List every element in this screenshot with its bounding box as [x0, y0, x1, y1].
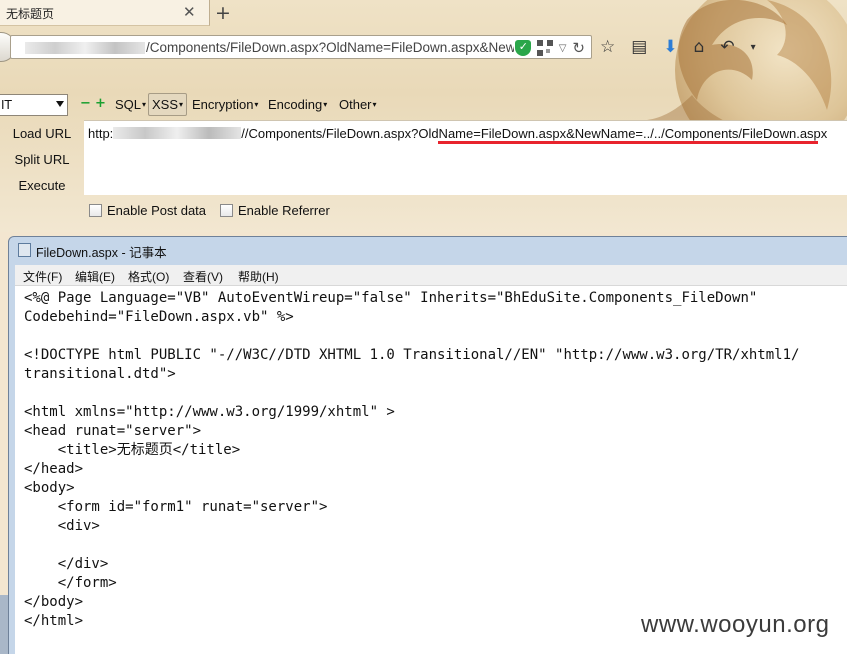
execute-button[interactable]: Execute [0, 178, 84, 193]
qrcode-icon[interactable] [536, 40, 553, 56]
address-bar-icons: ▽ ↻ [514, 39, 585, 57]
file-content: <%@ Page Language="VB" AutoEventWireup="… [24, 289, 799, 631]
url-prefix: http: [88, 126, 114, 141]
code-line: <head runat="server"> [24, 423, 202, 439]
redacted-host [113, 127, 242, 139]
toolbar-icons: ☆ ▤ ⬇ ⌂ ↶ ▾ [600, 37, 756, 57]
code-line: <div> [24, 518, 100, 534]
notepad-menubar: 文件(F) 编辑(E) 格式(O) 查看(V) 帮助(H) [15, 265, 847, 286]
menu-encryption[interactable]: Encryption▾ [192, 97, 258, 112]
enable-referrer-checkbox[interactable]: Enable Referrer [220, 203, 330, 218]
menu-chevron-icon[interactable]: ▾ [751, 42, 756, 53]
select-value: IT [1, 98, 12, 112]
menu-sql[interactable]: SQL▾ [115, 97, 146, 112]
address-bar[interactable]: /Components/FileDown.aspx?OldName=FileDo… [10, 35, 592, 59]
menu-encoding[interactable]: Encoding▾ [268, 97, 327, 112]
code-line: <form id="form1" runat="server"> [24, 499, 328, 515]
notepad-icon [18, 243, 31, 257]
code-line: <html xmlns="http://www.w3.org/1999/xhtm… [24, 404, 395, 420]
browser-tab[interactable]: 无标题页 ✕ [0, 0, 210, 26]
notepad-title: FileDown.aspx - 记事本 [36, 246, 167, 260]
menu-edit[interactable]: 编辑(E) [75, 268, 115, 285]
checkbox-label: Enable Post data [107, 203, 207, 218]
hackbar-url-textarea[interactable]: http: //Components/FileDown.aspx?OldName=… [84, 120, 847, 195]
menu-help[interactable]: 帮助(H) [238, 268, 279, 285]
select-arrow-icon [56, 101, 64, 107]
menu-format[interactable]: 格式(O) [128, 268, 169, 285]
code-line: <body> [24, 480, 75, 496]
redacted-host [25, 42, 145, 54]
code-line: transitional.dtd"> [24, 366, 176, 382]
menu-xss[interactable]: XSS▾ [148, 93, 188, 116]
bookmark-star-icon[interactable]: ☆ [600, 37, 615, 57]
code-line: <title>无标题页</title> [24, 442, 241, 458]
load-url-button[interactable]: Load URL [0, 126, 84, 141]
reading-list-icon[interactable]: ▤ [631, 37, 647, 57]
code-line: </head> [24, 461, 84, 477]
menu-other[interactable]: Other▾ [339, 97, 377, 112]
code-line: </div> [24, 556, 109, 572]
notepad-text-area[interactable]: <%@ Page Language="VB" AutoEventWireup="… [15, 286, 847, 654]
reload-icon[interactable]: ↻ [572, 39, 585, 57]
highlight-underline [438, 141, 818, 144]
close-tab-icon[interactable]: ✕ [183, 3, 196, 21]
code-line: <%@ Page Language="VB" AutoEventWireup="… [24, 290, 758, 306]
home-icon[interactable]: ⌂ [694, 37, 705, 57]
hackbar-select[interactable]: IT [0, 94, 68, 116]
code-line: </body> [24, 594, 84, 610]
navigation-bar: /Components/FileDown.aspx?OldName=FileDo… [0, 30, 847, 64]
hackbar-url-text: http: //Components/FileDown.aspx?OldName=… [88, 126, 827, 141]
checkbox-box[interactable] [89, 204, 102, 217]
minus-icon[interactable]: − [80, 97, 91, 110]
code-line: <!DOCTYPE html PUBLIC "-//W3C//DTD XHTML… [24, 347, 800, 363]
download-icon[interactable]: ⬇ [663, 37, 677, 57]
menu-file[interactable]: 文件(F) [23, 268, 62, 285]
checkbox-box[interactable] [220, 204, 233, 217]
shield-icon[interactable] [514, 40, 531, 56]
hackbar-toolbar: IT − + SQL▾ XSS▾ Encryption▾ Encoding▾ O… [0, 92, 400, 118]
tab-title: 无标题页 [6, 7, 55, 21]
watermark: www.wooyun.org [641, 611, 830, 638]
code-line: Codebehind="FileDown.aspx.vb" %> [24, 309, 294, 325]
window-edge [0, 595, 8, 654]
address-text: /Components/FileDown.aspx?OldName=FileDo… [146, 40, 514, 55]
checkbox-label: Enable Referrer [238, 203, 330, 218]
undo-icon[interactable]: ↶ [720, 37, 734, 57]
url-rest: //Components/FileDown.aspx?OldName=FileD… [241, 126, 828, 141]
code-line: </form> [24, 575, 117, 591]
new-tab-icon[interactable]: + [215, 2, 231, 24]
plus-icon[interactable]: + [95, 97, 106, 110]
menu-view[interactable]: 查看(V) [183, 268, 223, 285]
enable-post-data-checkbox[interactable]: Enable Post data [89, 203, 206, 218]
split-url-button[interactable]: Split URL [0, 152, 84, 167]
dropdown-arrow-icon[interactable]: ▽ [559, 43, 567, 54]
